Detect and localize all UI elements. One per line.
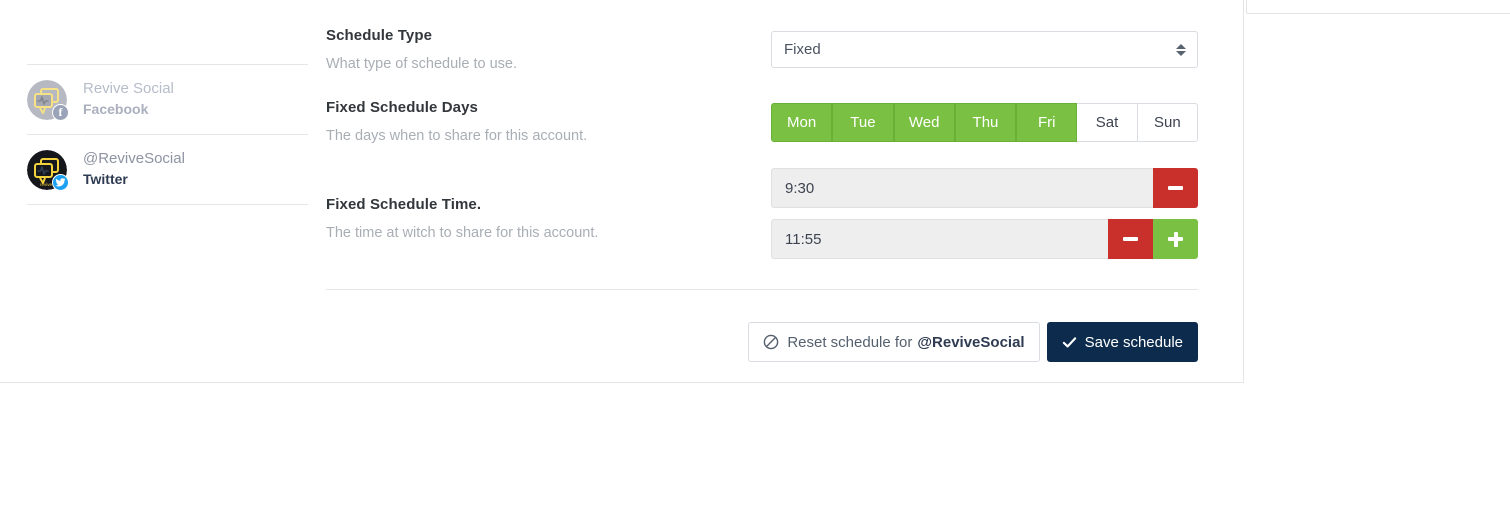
plus-icon [1168, 231, 1183, 247]
remove-time-button-2[interactable] [1108, 219, 1153, 259]
divider [27, 204, 308, 205]
schedule-type-control: Fixed [771, 31, 1198, 68]
day-toggle-fri[interactable]: Fri [1016, 103, 1078, 142]
field-schedule-days: Fixed Schedule Days The days when to sha… [326, 99, 1198, 144]
day-toggle-sun[interactable]: Sun [1137, 103, 1198, 142]
section-divider [326, 289, 1198, 290]
avatar: revive [27, 149, 69, 191]
save-schedule-button[interactable]: Save schedule [1046, 322, 1198, 362]
schedule-settings-screen: f Revive Social Facebook revive @ReviveS… [0, 0, 1510, 517]
avatar: f [27, 79, 69, 121]
day-toggle-wed[interactable]: Wed [893, 103, 955, 142]
time-row-1: 9:30 [771, 168, 1198, 208]
time-input-1[interactable]: 9:30 [771, 168, 1153, 208]
twitter-bird-icon [55, 177, 66, 186]
remove-time-button-1[interactable] [1153, 168, 1198, 208]
account-name: Revive Social [83, 80, 174, 98]
time-row-2: 11:55 [771, 219, 1198, 259]
ban-icon [763, 334, 779, 350]
chevron-updown-icon [1176, 43, 1186, 56]
day-toggle-sat[interactable]: Sat [1077, 103, 1138, 142]
schedule-days-control: Mon Tue Wed Thu Fri Sat Sun [771, 103, 1198, 142]
account-name: @ReviveSocial [83, 150, 185, 168]
sidebar-item-text: Revive Social Facebook [83, 80, 174, 118]
minus-icon [1168, 186, 1183, 190]
check-icon [1062, 335, 1077, 350]
add-time-button[interactable] [1153, 219, 1198, 259]
reset-button-label: Reset schedule for [787, 333, 913, 351]
sidebar-item-text: @ReviveSocial Twitter [83, 150, 185, 188]
schedule-type-select[interactable]: Fixed [771, 31, 1198, 68]
top-right-panel [1246, 0, 1510, 14]
account-network: Twitter [83, 171, 128, 188]
reset-schedule-button[interactable]: Reset schedule for @ReviveSocial [748, 322, 1040, 362]
day-toggle-mon[interactable]: Mon [771, 103, 833, 142]
field-schedule-type: Schedule Type What type of schedule to u… [326, 27, 1198, 72]
facebook-icon: f [52, 103, 69, 121]
form-actions: Reset schedule for @ReviveSocial Save sc… [326, 322, 1198, 362]
twitter-icon [52, 173, 69, 191]
day-toggle-group: Mon Tue Wed Thu Fri Sat Sun [771, 103, 1198, 142]
account-network: Facebook [83, 101, 149, 118]
day-toggle-tue[interactable]: Tue [832, 103, 894, 142]
day-toggle-thu[interactable]: Thu [954, 103, 1017, 142]
minus-icon [1123, 237, 1138, 241]
svg-text:revive: revive [40, 182, 53, 187]
sidebar-item-twitter[interactable]: revive @ReviveSocial Twitter [27, 135, 308, 204]
sidebar-item-facebook[interactable]: f Revive Social Facebook [27, 65, 308, 134]
schedule-type-value: Fixed [784, 41, 821, 58]
reset-button-account: @ReviveSocial [917, 333, 1025, 351]
time-input-2[interactable]: 11:55 [771, 219, 1108, 259]
accounts-sidebar: f Revive Social Facebook revive @ReviveS… [27, 64, 308, 205]
save-button-label: Save schedule [1084, 333, 1183, 351]
